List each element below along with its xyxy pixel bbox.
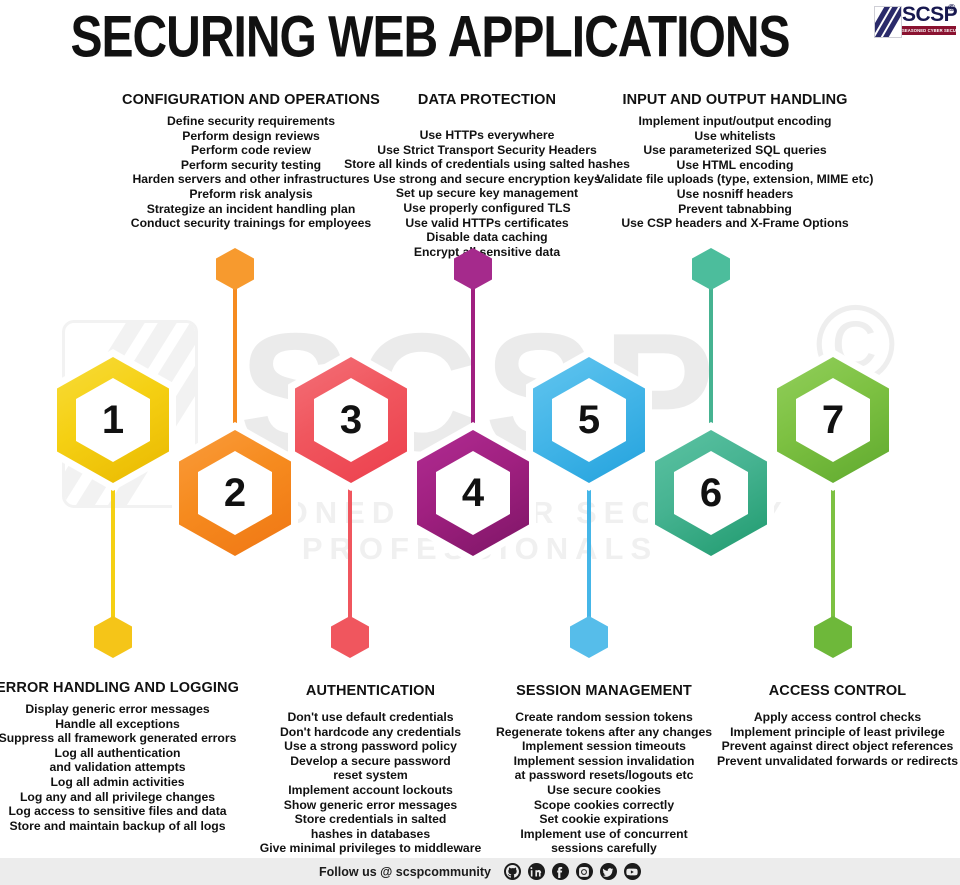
list-item: Suppress all framework generated errors: [0, 731, 237, 746]
list-item: Don't use default credentials: [287, 710, 454, 724]
endpoint-hex-4: [454, 248, 492, 290]
block-heading: AUTHENTICATION: [305, 683, 436, 699]
list-item: hashes in databases: [310, 826, 431, 841]
block-error-handling-and-logging: ERROR HANDLING AND LOGGING Display gener…: [0, 680, 240, 833]
list-item: Use parameterized SQL queries: [643, 143, 827, 158]
list-item: Prevent unvalidated forwards or redirect…: [716, 753, 959, 768]
github-icon[interactable]: [503, 863, 521, 880]
list-item: Store credentials in salted: [294, 812, 447, 827]
list-item: Store and maintain backup of all logs: [9, 818, 226, 833]
youtube-icon[interactable]: [623, 863, 641, 880]
list-item: Implement use of concurrent: [520, 826, 688, 841]
list-item: Develop a secure password: [290, 753, 451, 768]
endpoint-hex-3: [331, 616, 369, 658]
list-item: Log access to sensitive files and data: [8, 804, 227, 819]
list-item: reset system: [333, 768, 408, 783]
list-item: sessions carefully: [551, 841, 657, 856]
block-list: Display generic error messages Handle al…: [0, 702, 240, 833]
hexagon-number: 3: [339, 398, 363, 442]
block-list: Don't use default credentials Don't hard…: [248, 710, 493, 856]
list-item: Display generic error messages: [25, 702, 210, 716]
list-item: Create random session tokens: [515, 710, 693, 724]
logo-tagline: SEASONED CYBER SECURITY PROFESSIONALS: [902, 26, 956, 35]
endpoint-hex-6: [692, 248, 730, 290]
hexagon-number: 2: [223, 471, 247, 515]
list-item: Implement session invalidation: [513, 753, 695, 768]
endpoint-hex-2: [216, 248, 254, 290]
block-input-and-output-handling: INPUT AND OUTPUT HANDLING Implement inpu…: [570, 92, 900, 231]
page-title: SECURING WEB APPLICATIONS: [70, 5, 790, 70]
hexagon-2[interactable]: 2: [172, 422, 298, 564]
list-item: Use HTML encoding: [676, 157, 794, 172]
list-item: Scope cookies correctly: [533, 797, 675, 812]
block-session-management: SESSION MANAGEMENT Create random session…: [479, 683, 729, 856]
hexagon-6[interactable]: 6: [648, 422, 774, 564]
block-heading: INPUT AND OUTPUT HANDLING: [622, 92, 848, 108]
logo-copyright: ©: [948, 3, 956, 14]
twitter-icon[interactable]: [599, 863, 617, 880]
endpoint-hex-5: [570, 616, 608, 658]
endpoint-hex-7: [814, 616, 852, 658]
block-authentication: AUTHENTICATION Don't use default credent…: [248, 683, 493, 856]
hexagon-number: 7: [821, 398, 845, 442]
list-item: Handle all exceptions: [55, 716, 180, 731]
list-item: Log any and all privilege changes: [19, 789, 216, 804]
list-item: Regenerate tokens after any changes: [495, 724, 713, 739]
list-item: Give minimal privileges to middleware: [259, 841, 482, 856]
list-item: Use CSP headers and X-Frame Options: [621, 216, 849, 231]
logo-stripes-icon: [874, 6, 902, 38]
list-item: Apply access control checks: [753, 710, 922, 724]
hexagon-number: 1: [101, 398, 125, 442]
hexagon-number: 4: [461, 471, 485, 515]
list-item: at password resets/logouts etc: [514, 768, 694, 783]
endpoint-hex-1: [94, 616, 132, 658]
list-item: Show generic error messages: [283, 797, 458, 812]
infographic-canvas: SCSP © SEASONED CYBER SECURITY PROFESSIO…: [0, 0, 960, 885]
facebook-icon[interactable]: [551, 863, 569, 880]
hexagon-5[interactable]: 5: [526, 349, 652, 491]
list-item: Prevent against direct object references: [721, 739, 954, 754]
block-list: Implement input/output encoding Use whit…: [570, 114, 900, 231]
hexagon-1[interactable]: 1: [50, 349, 176, 491]
hexagon-number: 6: [699, 471, 723, 515]
hexagon-flow: 1 2 3 4 5 6 7: [0, 240, 960, 660]
list-item: Set cookie expirations: [539, 812, 669, 827]
list-item: and validation attempts: [49, 760, 186, 775]
block-heading: SESSION MANAGEMENT: [516, 683, 692, 699]
block-heading: ERROR HANDLING AND LOGGING: [0, 680, 239, 696]
hexagon-4[interactable]: 4: [410, 422, 536, 564]
list-item: Implement session timeouts: [522, 739, 686, 754]
list-item: Implement input/output encoding: [638, 114, 832, 128]
list-item: Validate file uploads (type, extension, …: [596, 172, 874, 187]
block-access-control: ACCESS CONTROL Apply access control chec…: [715, 683, 960, 768]
follow-us-label: Follow us @ scspcommunity: [319, 864, 491, 879]
block-heading: ACCESS CONTROL: [768, 683, 907, 699]
block-list: Create random session tokens Regenerate …: [479, 710, 729, 856]
list-item: Implement account lockouts: [288, 782, 453, 797]
instagram-icon[interactable]: [575, 863, 593, 880]
list-item: Use secure cookies: [547, 782, 661, 797]
footer-bar: Follow us @ scspcommunity: [0, 858, 960, 885]
hexagon-number: 5: [577, 398, 601, 442]
list-item: Don't hardcode any credentials: [279, 724, 461, 739]
block-list: Apply access control checks Implement pr…: [715, 710, 960, 768]
list-item: Use nosniff headers: [676, 186, 794, 201]
hexagon-7[interactable]: 7: [770, 349, 896, 491]
list-item: Use whitelists: [694, 128, 776, 143]
hexagon-3[interactable]: 3: [288, 349, 414, 491]
scsp-logo: SCSP © SEASONED CYBER SECURITY PROFESSIO…: [874, 3, 958, 38]
list-item: Use a strong password policy: [284, 739, 457, 754]
list-item: Implement principle of least privilege: [730, 724, 945, 739]
linkedin-icon[interactable]: [527, 863, 545, 880]
list-item: Prevent tabnabbing: [678, 201, 792, 216]
list-item: Log all admin activities: [50, 774, 185, 789]
list-item: Log all authentication: [54, 745, 181, 760]
